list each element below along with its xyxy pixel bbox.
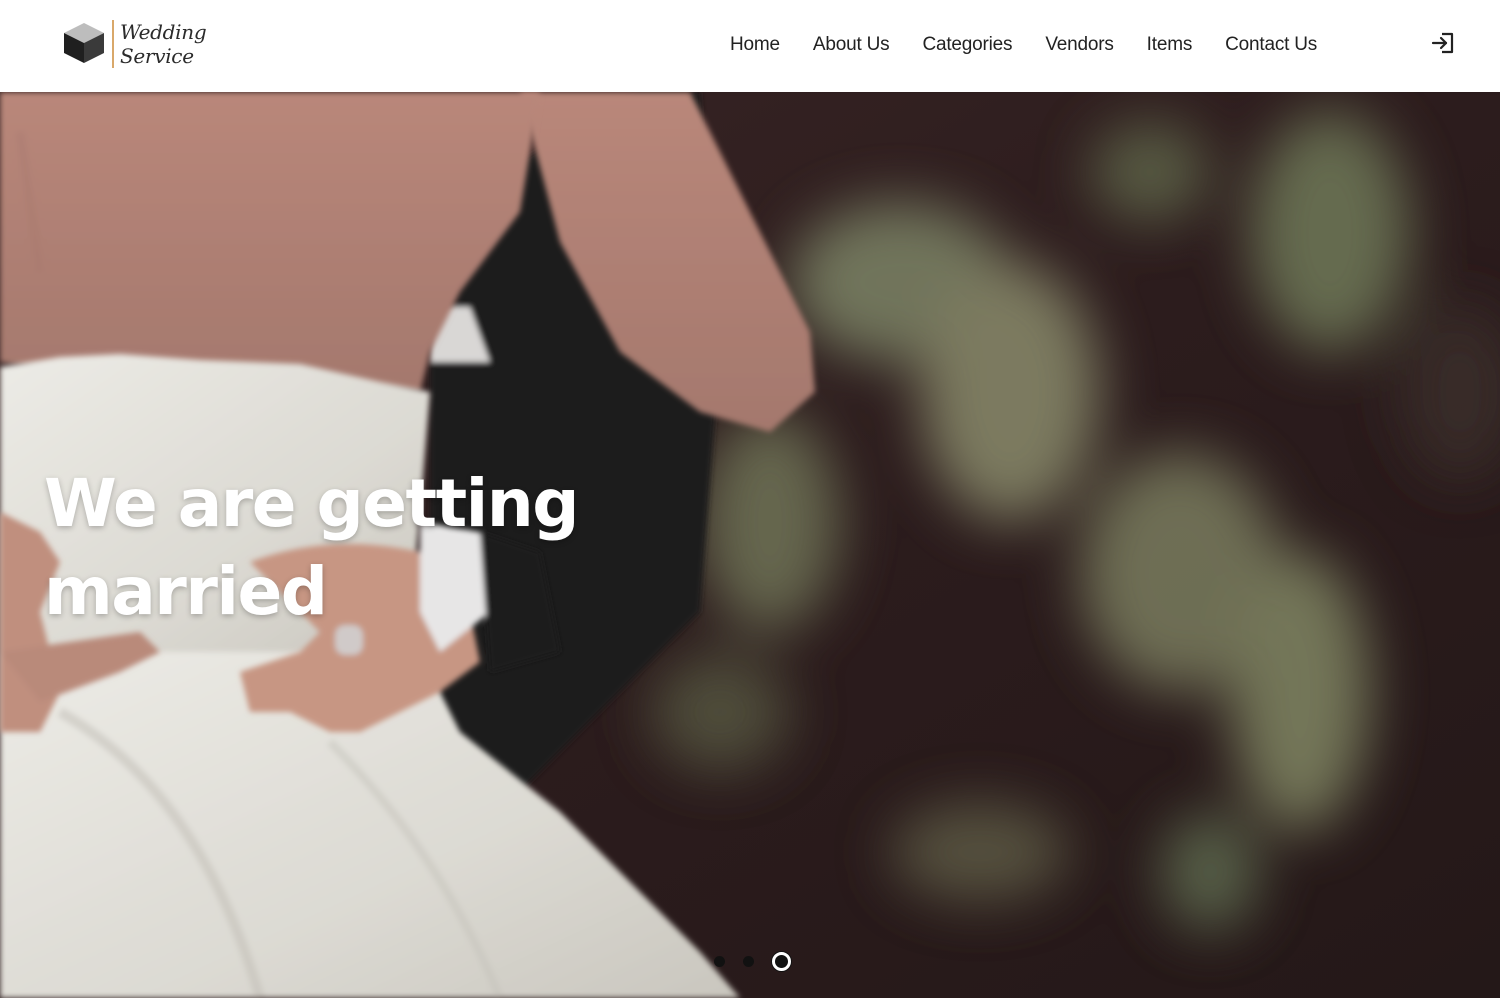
slide-dot-3-active[interactable] (772, 951, 791, 971)
brand-name-line2: Service (120, 44, 194, 68)
site-header: Wedding Service Home About Us Categories… (0, 0, 1500, 92)
sign-in-button[interactable] (1430, 30, 1456, 56)
nav-item-contact-us[interactable]: Contact Us (1225, 34, 1317, 56)
nav-item-categories[interactable]: Categories (922, 34, 1012, 56)
main-nav: Home About Us Categories Vendors Items C… (730, 31, 1317, 59)
nav-item-vendors[interactable]: Vendors (1045, 34, 1114, 56)
hero-title: We are getting married (44, 465, 579, 630)
cube-logo-icon (64, 23, 104, 63)
sign-in-icon (1431, 32, 1454, 54)
slide-dot-2[interactable] (743, 955, 754, 967)
slider-pagination (714, 951, 791, 971)
nav-item-home[interactable]: Home (730, 34, 780, 56)
brand-logo[interactable]: Wedding Service (48, 14, 228, 76)
hero-slider: We are getting married (0, 92, 1500, 998)
nav-item-items[interactable]: Items (1147, 34, 1193, 56)
slide-dot-1[interactable] (714, 955, 725, 967)
brand-name-line1: Wedding (120, 20, 207, 44)
nav-item-about-us[interactable]: About Us (813, 34, 890, 56)
logo-divider (112, 20, 114, 68)
